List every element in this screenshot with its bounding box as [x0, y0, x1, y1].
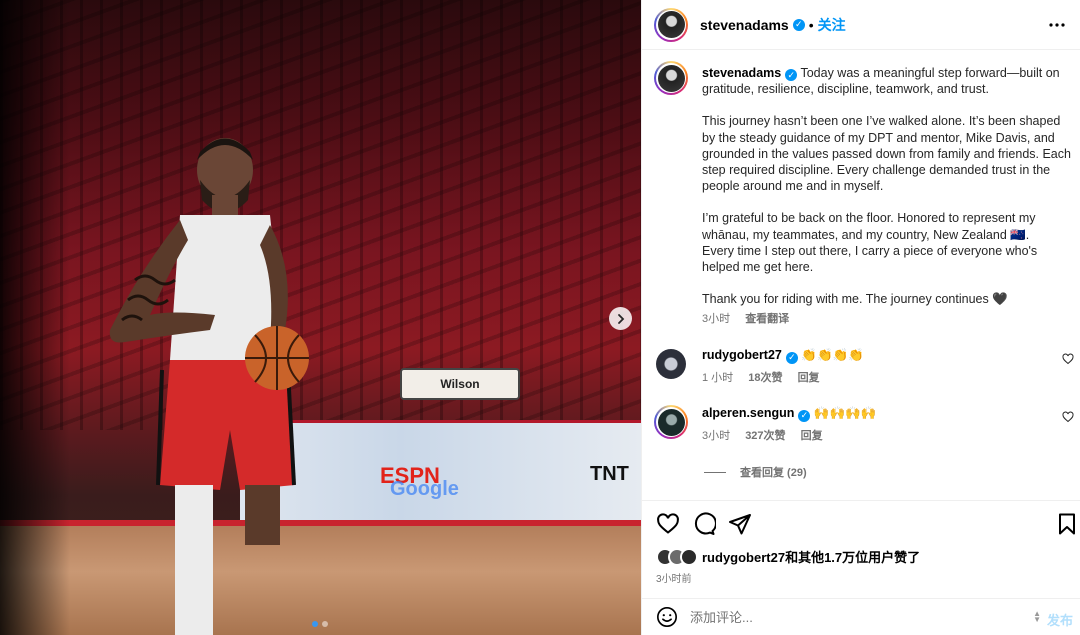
more-options-button[interactable]	[1045, 13, 1069, 37]
reply-button[interactable]: 回复	[798, 372, 820, 384]
reply-button[interactable]: 回复	[801, 430, 823, 442]
comment-line: alperen.sengun ✓ 🙌🙌🙌🙌	[702, 405, 1032, 422]
caption-meta: 3小时 查看翻译	[702, 311, 1074, 327]
post-action-bar	[642, 500, 1080, 544]
caption-paragraph-1: stevenadams ✓ Today was a meaningful step…	[702, 65, 1074, 97]
translate-link[interactable]: 查看翻译	[745, 313, 789, 325]
liker-avatar	[680, 547, 698, 566]
commenter-avatar[interactable]	[654, 347, 688, 381]
post-comment-button[interactable]: 发布	[1047, 610, 1073, 629]
author-avatar[interactable]	[654, 7, 688, 42]
foreground-shadow	[0, 0, 70, 635]
composer-resize-arrows-icon: ▲ ▼	[1033, 609, 1041, 624]
carousel-indicator	[312, 621, 328, 627]
comment-time: 1 小时	[702, 372, 734, 384]
carousel-dot-active	[312, 621, 318, 627]
commenter-username[interactable]: rudygobert27	[702, 348, 782, 362]
verified-badge-icon: ✓	[785, 351, 798, 364]
comment-text: 🙌🙌🙌🙌	[813, 406, 877, 420]
like-comment-heart-icon[interactable]	[1062, 353, 1074, 365]
comment-time: 3小时	[702, 430, 731, 442]
caption-time: 3小时	[702, 313, 731, 326]
comment-text: 👏👏👏👏	[801, 348, 864, 362]
post-timestamp: 3小时前	[656, 574, 692, 585]
verified-badge-icon: ✓	[785, 69, 798, 82]
caption-paragraph-2: This journey hasn’t been one I’ve walked…	[702, 114, 1071, 194]
chevron-right-icon	[617, 313, 624, 324]
comment-meta: 1 小时 18次赞 回复	[702, 369, 1032, 385]
verified-badge-icon: ✓	[798, 409, 811, 422]
commenter-username[interactable]: alperen.sengun	[702, 406, 794, 420]
comment-line: rudygobert27 ✓ 👏👏👏👏	[702, 347, 1032, 364]
author-username[interactable]: stevenadams	[700, 17, 789, 33]
post-side-panel: stevenadams ✓ • 关注 stevenadams ✓ Today wa…	[641, 0, 1080, 635]
separator-dot: •	[808, 16, 814, 33]
carousel-dot	[322, 621, 328, 627]
like-comment-heart-icon[interactable]	[1062, 411, 1074, 423]
caption-paragraph-4: Thank you for riding with me. The journe…	[702, 292, 1008, 307]
ad-google: Google	[390, 478, 459, 500]
likes-text: rudygobert27和其他1.7万位用户赞了	[702, 550, 921, 565]
emoji-smiley-icon[interactable]	[656, 606, 678, 628]
commenter-avatar[interactable]	[654, 405, 688, 439]
comments-list[interactable]: stevenadams ✓ Today was a meaningful step…	[642, 51, 1080, 497]
view-replies-label: 查看回复 (29)	[740, 467, 807, 479]
comment-bubble-icon[interactable]	[692, 512, 716, 536]
courtside-chair: Wilson	[400, 368, 520, 400]
comment-likes[interactable]: 18次赞	[748, 372, 782, 384]
view-replies-button[interactable]: 查看回复 (29)	[704, 464, 807, 480]
caption-author-avatar[interactable]	[654, 61, 688, 95]
like-heart-icon[interactable]	[656, 512, 680, 536]
player-figure	[109, 138, 309, 635]
post-header: stevenadams ✓ • 关注	[642, 0, 1080, 50]
replies-rule	[704, 471, 726, 473]
next-photo-button[interactable]	[609, 307, 632, 330]
caption-paragraph-3: I’m grateful to be back on the floor. Ho…	[702, 211, 1038, 275]
follow-button[interactable]: 关注	[818, 15, 846, 35]
share-paper-plane-icon[interactable]	[728, 512, 752, 536]
comment-composer: ▲▼ 发布	[642, 598, 1080, 635]
comment-input[interactable]	[690, 609, 1010, 625]
post-photo[interactable]: Wilson ESPN Google TNT	[0, 0, 641, 635]
comment-likes[interactable]: 327次赞	[745, 430, 785, 442]
verified-badge-icon: ✓	[792, 18, 805, 31]
caption-username[interactable]: stevenadams	[702, 66, 781, 80]
comment-meta: 3小时 327次赞 回复	[702, 427, 1032, 443]
chair-label: Wilson	[440, 377, 480, 391]
ad-tnt: TNT	[590, 463, 629, 485]
save-bookmark-icon[interactable]	[1055, 512, 1079, 536]
likes-summary[interactable]: rudygobert27和其他1.7万位用户赞了	[656, 547, 920, 566]
ellipsis-icon	[1049, 23, 1065, 27]
